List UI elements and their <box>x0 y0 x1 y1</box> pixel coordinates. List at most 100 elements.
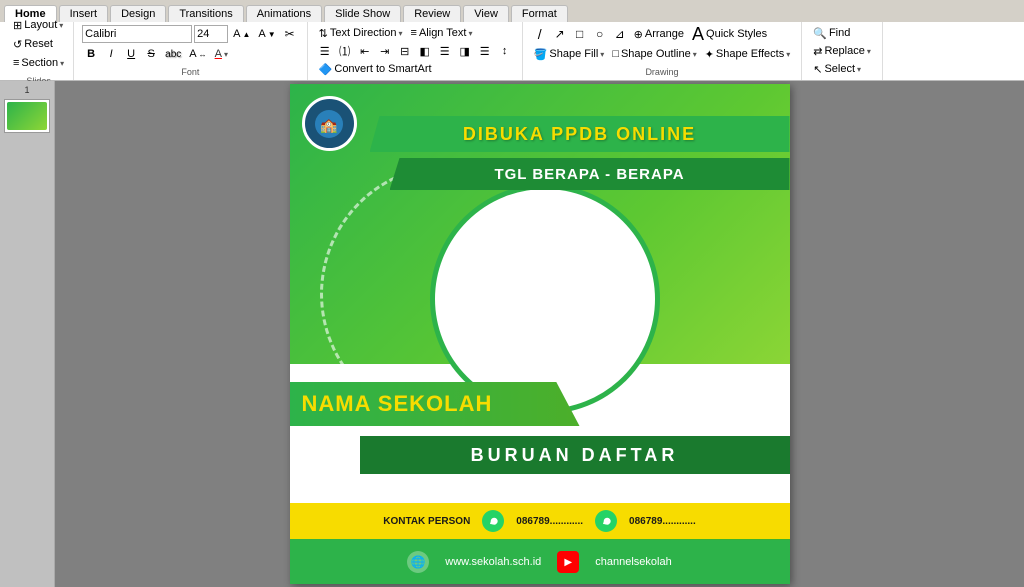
layout-button[interactable]: ⊞ Layout ▾ <box>10 16 66 34</box>
bold-button[interactable]: B <box>82 45 100 63</box>
quick-styles-button[interactable]: A Quick Styles <box>689 25 770 43</box>
align-text-icon: ≡ <box>411 27 417 39</box>
font-color-dropdown[interactable]: ▾ <box>224 50 228 59</box>
reset-button[interactable]: ↺ Reset <box>10 35 56 53</box>
font-color-button[interactable]: A ▾ <box>212 45 231 63</box>
rect-tool[interactable]: □ <box>571 25 589 43</box>
website-bar: 🌐 www.sekolah.sch.id ▶ channelsekolah <box>290 540 790 584</box>
tab-transitions[interactable]: Transitions <box>168 5 243 22</box>
whatsapp-icon-1 <box>482 510 504 532</box>
shape-fill-icon: 🪣 <box>534 48 548 61</box>
arrow-tool[interactable]: ↗ <box>551 25 569 43</box>
font-bottom-row: B I U S abc A↔ A ▾ <box>82 45 299 63</box>
shadow-button[interactable]: abc <box>162 45 184 63</box>
tab-design[interactable]: Design <box>110 5 166 22</box>
tab-animations[interactable]: Animations <box>246 5 322 22</box>
tab-format[interactable]: Format <box>511 5 568 22</box>
shape-outline-button[interactable]: □ Shape Outline ▾ <box>609 45 699 63</box>
bullets-button[interactable]: ☰ <box>316 42 334 60</box>
banner-date: TGL BERAPA - BERAPA <box>390 158 790 190</box>
channel-name: channelsekolah <box>595 556 671 568</box>
layout-icon: ⊞ <box>13 19 22 32</box>
drawing-group: / ↗ □ ○ ⊿ ⊕ Arrange A Quick Styles 🪣 <box>523 22 803 80</box>
font-name-input[interactable] <box>82 25 192 43</box>
font-top-row: A▲ A▼ ✂ <box>82 25 299 43</box>
register-banner: BURUAN DAFTAR <box>360 436 790 474</box>
section-icon: ≡ <box>13 57 19 69</box>
section-dropdown-arrow[interactable]: ▾ <box>60 59 64 68</box>
shape-effects-icon: ✦ <box>705 48 714 61</box>
ribbon-tabs: Home Insert Design Transitions Animation… <box>0 0 1024 22</box>
strikethrough-button[interactable]: S <box>142 45 160 63</box>
columns-button[interactable]: ⊟ <box>396 42 414 60</box>
shape-outline-icon: □ <box>612 48 619 60</box>
photo-circle-frame <box>430 184 660 414</box>
tab-view[interactable]: View <box>463 5 509 22</box>
more-shapes[interactable]: ⊿ <box>611 25 629 43</box>
align-center-button[interactable]: ☰ <box>436 42 454 60</box>
shapes-palette: / ↗ □ ○ ⊿ <box>531 25 629 43</box>
align-right-button[interactable]: ◨ <box>456 42 474 60</box>
arrange-button[interactable]: ⊕ Arrange <box>631 25 687 43</box>
ribbon: Home Insert Design Transitions Animation… <box>0 0 1024 81</box>
shape-fill-button[interactable]: 🪣 Shape Fill ▾ <box>531 45 608 63</box>
slides-group-buttons: ⊞ Layout ▾ ↺ Reset ≡ Section ▾ <box>10 16 67 72</box>
editing-group: 🔍 Find ⇄ Replace ▾ ↖ Select ▾ Editing <box>802 22 883 80</box>
globe-icon: 🌐 <box>407 551 429 573</box>
font-size-input[interactable] <box>194 25 228 43</box>
replace-icon: ⇄ <box>813 45 822 58</box>
logo-svg: 🏫 <box>309 104 349 144</box>
school-logo: 🏫 <box>302 96 357 151</box>
text-direction-icon: ⇅ <box>319 27 328 40</box>
slides-panel: 1 <box>0 81 55 587</box>
content-area[interactable]: 🏫 DIBUKA PPDB ONLINE TGL BERAPA - BERAPA… <box>55 81 1024 587</box>
increase-font-button[interactable]: A▲ <box>230 25 253 43</box>
shape-effects-button[interactable]: ✦ Shape Effects ▾ <box>702 45 794 63</box>
slide-number: 1 <box>24 85 29 95</box>
underline-button[interactable]: U <box>122 45 140 63</box>
decrease-indent-button[interactable]: ⇤ <box>356 42 374 60</box>
line-spacing-button[interactable]: ↕ <box>496 42 514 60</box>
school-name-text: NAMA SEKOLAH <box>302 391 493 417</box>
contact-bar: KONTAK PERSON 086789............ 086789.… <box>290 503 790 539</box>
main-area: 1 <box>0 81 1024 587</box>
editing-top: 🔍 Find <box>810 24 874 42</box>
slide-canvas[interactable]: 🏫 DIBUKA PPDB ONLINE TGL BERAPA - BERAPA… <box>290 84 790 584</box>
editing-select: ↖ Select ▾ <box>810 60 874 78</box>
quick-styles-icon: A <box>692 24 704 45</box>
increase-indent-button[interactable]: ⇥ <box>376 42 394 60</box>
slide-thumbnail[interactable] <box>4 99 50 133</box>
drawing-top: / ↗ □ ○ ⊿ ⊕ Arrange A Quick Styles <box>531 25 794 43</box>
find-button[interactable]: 🔍 Find <box>810 24 853 42</box>
select-button[interactable]: ↖ Select ▾ <box>810 60 864 78</box>
banner-date-text: TGL BERAPA - BERAPA <box>494 166 684 183</box>
tab-review[interactable]: Review <box>403 5 461 22</box>
select-icon: ↖ <box>813 63 822 76</box>
register-text: BURUAN DAFTAR <box>471 445 679 466</box>
clear-format-icon: ✂ <box>285 27 295 41</box>
text-direction-button[interactable]: ⇅ Text Direction ▾ <box>316 24 406 42</box>
section-button[interactable]: ≡ Section ▾ <box>10 54 67 72</box>
paragraph-group: ⇅ Text Direction ▾ ≡ Align Text ▾ ☰ ⑴ ⇤ … <box>308 22 523 80</box>
layout-dropdown-arrow[interactable]: ▾ <box>59 21 63 30</box>
drawing-group-label: Drawing <box>531 65 794 77</box>
clear-format-button[interactable]: ✂ <box>281 25 299 43</box>
editing-bottom: ⇄ Replace ▾ <box>810 42 874 60</box>
arrange-icon: ⊕ <box>634 28 643 41</box>
decrease-font-button[interactable]: A▼ <box>255 25 278 43</box>
italic-button[interactable]: I <box>102 45 120 63</box>
flyer: 🏫 DIBUKA PPDB ONLINE TGL BERAPA - BERAPA… <box>290 84 790 584</box>
line-tool[interactable]: / <box>531 25 549 43</box>
contact-label: KONTAK PERSON <box>383 516 470 527</box>
replace-button[interactable]: ⇄ Replace ▾ <box>810 42 874 60</box>
phone-1: 086789............ <box>516 516 583 527</box>
oval-tool[interactable]: ○ <box>591 25 609 43</box>
numbering-button[interactable]: ⑴ <box>336 42 354 60</box>
justify-button[interactable]: ☰ <box>476 42 494 60</box>
align-text-button[interactable]: ≡ Align Text ▾ <box>408 24 476 42</box>
find-icon: 🔍 <box>813 27 827 40</box>
tab-slideshow[interactable]: Slide Show <box>324 5 401 22</box>
char-space-button[interactable]: A↔ <box>186 45 209 63</box>
align-left-button[interactable]: ◧ <box>416 42 434 60</box>
convert-smartart-button[interactable]: 🔷 Convert to SmartArt <box>316 60 435 78</box>
